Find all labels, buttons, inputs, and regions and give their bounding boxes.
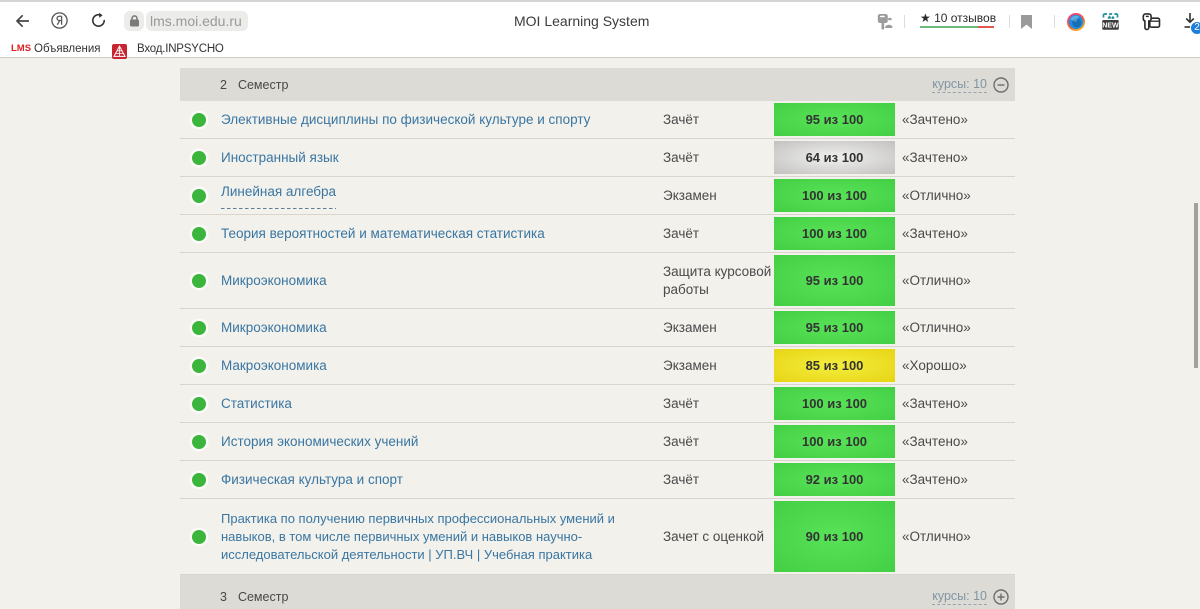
svg-text:NEW: NEW xyxy=(1102,23,1119,30)
